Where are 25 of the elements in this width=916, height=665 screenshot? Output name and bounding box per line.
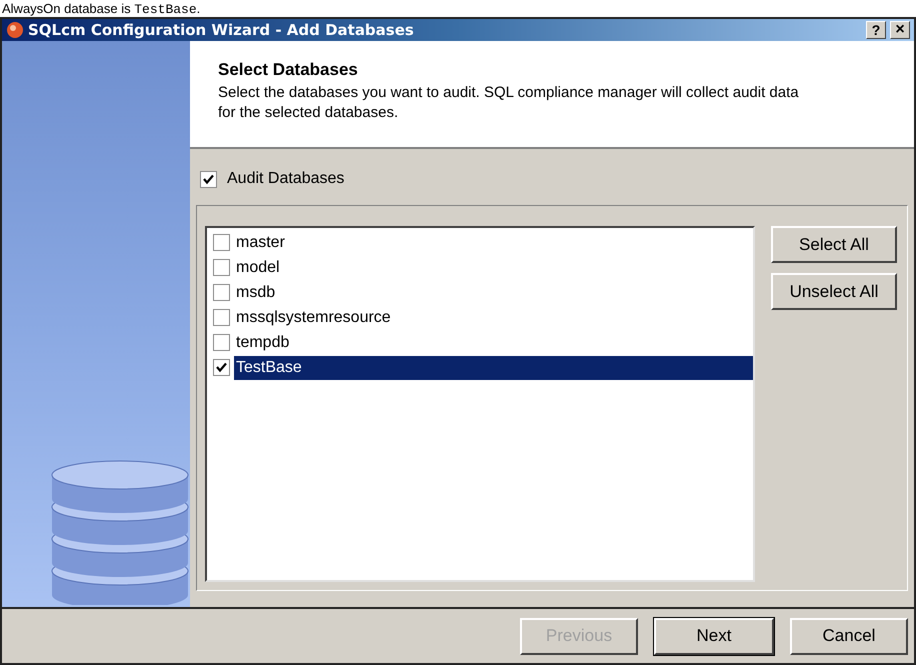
list-action-button[interactable]: Unselect All — [771, 273, 897, 310]
database-item[interactable]: tempdb — [234, 330, 753, 354]
database-item[interactable]: model — [234, 256, 753, 280]
database-item[interactable]: msdb — [234, 280, 753, 304]
window-title: SQLcm Configuration Wizard - Add Databases — [28, 20, 414, 41]
footer-button[interactable]: Cancel — [790, 618, 908, 654]
header-title: Select Databases — [218, 59, 359, 81]
caption-text: AlwaysOn database is TestBase. — [1, 0, 200, 17]
checkbox[interactable] — [213, 234, 230, 251]
database-item[interactable]: master — [234, 230, 753, 254]
checkbox[interactable] — [213, 259, 230, 276]
checkbox[interactable] — [213, 284, 230, 301]
footer-button[interactable]: Next — [654, 618, 774, 654]
database-item[interactable]: TestBase — [234, 356, 753, 380]
checkbox[interactable] — [213, 309, 230, 326]
app-logo-icon — [6, 21, 24, 39]
header-description: Select the databases you want to audit. SQL compliance manager will collect audit data for the selected databases. — [218, 82, 800, 122]
checkbox[interactable] — [213, 359, 230, 376]
checkbox[interactable] — [200, 170, 217, 188]
close-button[interactable]: × — [890, 21, 910, 39]
help-button[interactable]: ? — [866, 21, 886, 39]
checkbox-label: Audit Databases — [227, 169, 344, 189]
list-action-button[interactable]: Select All — [771, 226, 897, 263]
checkbox[interactable] — [213, 334, 230, 351]
database-item[interactable]: mssqlsystemresource — [234, 306, 753, 330]
